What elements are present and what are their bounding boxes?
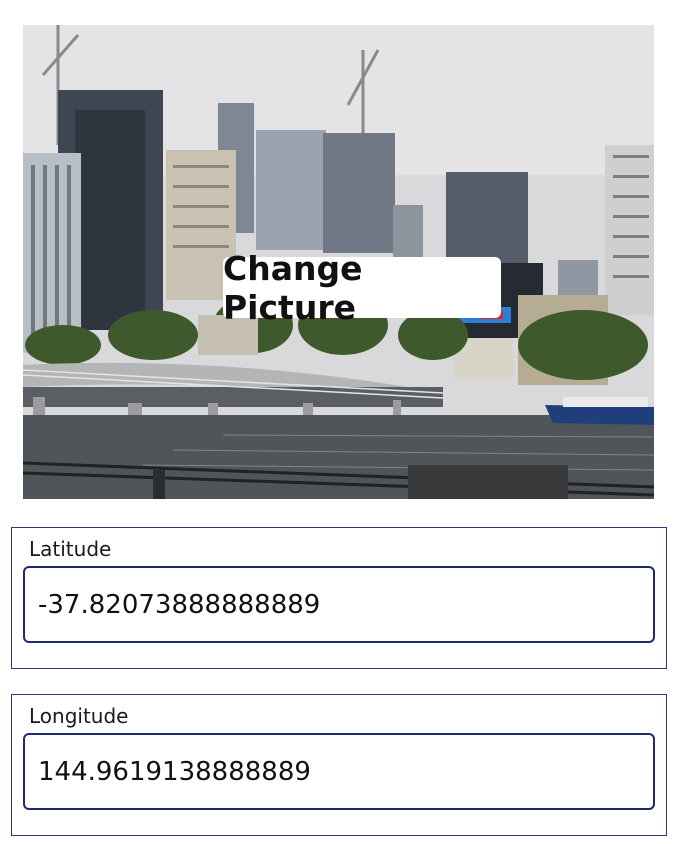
change-picture-button[interactable]: Change Picture xyxy=(223,249,501,327)
longitude-label: Longitude xyxy=(29,704,129,728)
latitude-card: Latitude -37.82073888888889 xyxy=(11,527,667,669)
longitude-card: Longitude 144.9619138888889 xyxy=(11,694,667,836)
latitude-input[interactable]: -37.82073888888889 xyxy=(23,566,655,643)
photo-image[interactable]: Change Picture xyxy=(23,25,654,499)
longitude-input[interactable]: 144.9619138888889 xyxy=(23,733,655,810)
latitude-label: Latitude xyxy=(29,537,112,561)
